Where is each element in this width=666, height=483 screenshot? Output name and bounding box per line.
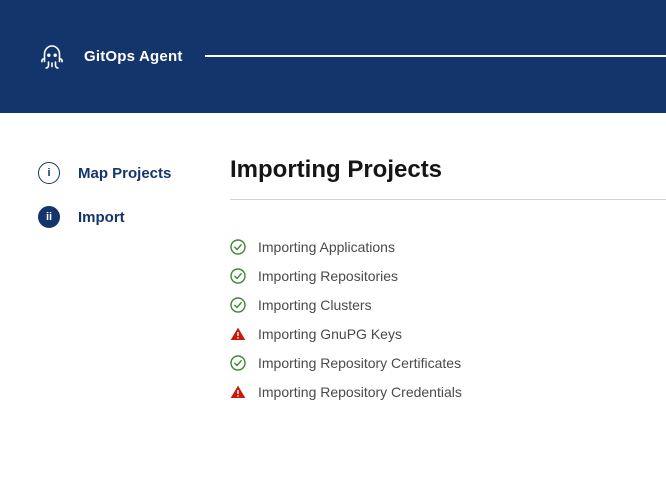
import-status-label: Importing Repositories xyxy=(258,268,398,284)
import-status-label: Importing Applications xyxy=(258,239,395,255)
wizard-step-map-projects[interactable]: i Map Projects xyxy=(38,162,230,184)
import-status-row: Importing Repository Certificates xyxy=(230,348,666,377)
import-status-label: Importing Repository Credentials xyxy=(258,384,462,400)
wizard-step-import[interactable]: ii Import xyxy=(38,206,230,228)
import-status-row: Importing Repositories xyxy=(230,261,666,290)
import-status-label: Importing Clusters xyxy=(258,297,372,313)
check-circle-icon xyxy=(230,355,246,371)
app-title: GitOps Agent xyxy=(84,48,183,65)
brand: GitOps Agent xyxy=(36,41,183,73)
wizard-step-number: ii xyxy=(38,206,60,228)
wizard-step-label: Map Projects xyxy=(78,165,171,182)
import-status-row: Importing Repository Credentials xyxy=(230,377,666,406)
import-status-list: Importing Applications Importing Reposit… xyxy=(230,232,666,406)
page-title: Importing Projects xyxy=(230,156,666,184)
wizard-steps-nav: i Map Projects ii Import xyxy=(0,113,230,483)
wizard-step-number: i xyxy=(38,162,60,184)
check-circle-icon xyxy=(230,239,246,255)
warning-triangle-icon xyxy=(230,384,246,400)
page-content: i Map Projects ii Import Importing Proje… xyxy=(0,113,666,483)
import-status-label: Importing GnuPG Keys xyxy=(258,326,402,342)
import-status-row: Importing Clusters xyxy=(230,290,666,319)
check-circle-icon xyxy=(230,297,246,313)
wizard-step-label: Import xyxy=(78,209,125,226)
warning-triangle-icon xyxy=(230,326,246,342)
import-status-label: Importing Repository Certificates xyxy=(258,355,461,371)
title-divider xyxy=(230,199,666,200)
import-status-row: Importing GnuPG Keys xyxy=(230,319,666,348)
header-divider xyxy=(205,55,666,57)
import-status-row: Importing Applications xyxy=(230,232,666,261)
main-panel: Importing Projects Importing Application… xyxy=(230,113,666,483)
octopus-logo-icon xyxy=(36,41,68,73)
app-header: GitOps Agent xyxy=(0,0,666,113)
check-circle-icon xyxy=(230,268,246,284)
